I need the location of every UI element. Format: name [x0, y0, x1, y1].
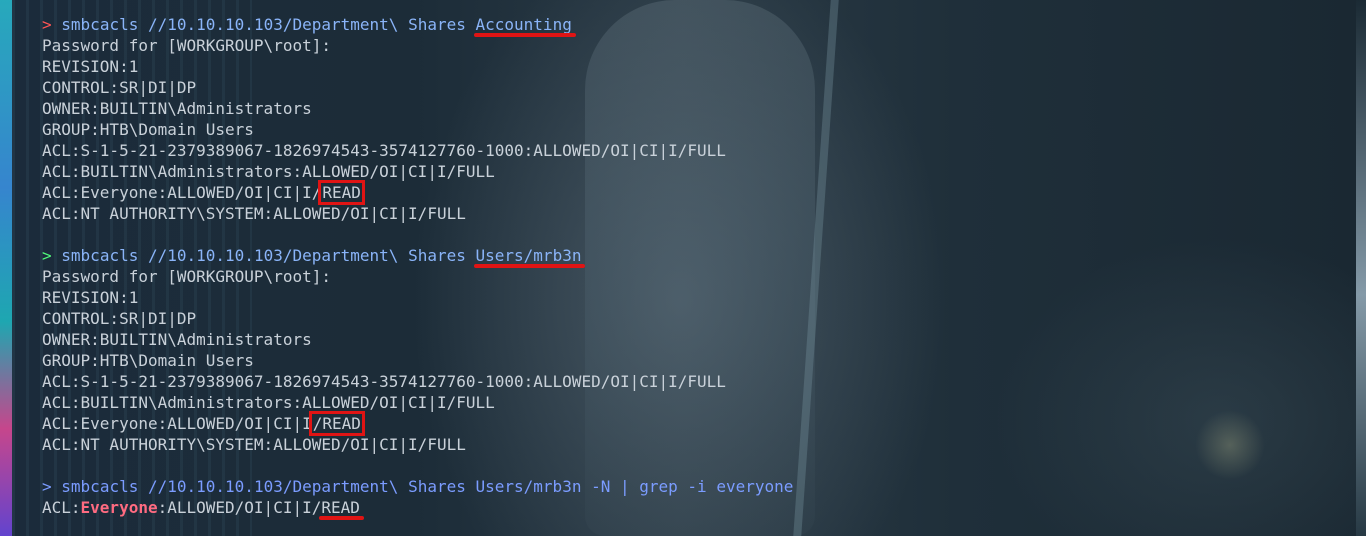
command-text: smbcacls //10.10.10.103/Department\ Shar…	[61, 477, 794, 496]
output-line: GROUP:HTB\Domain Users	[42, 120, 254, 139]
output-line: Password for [WORKGROUP\root]:	[42, 267, 331, 286]
acl-text: :ALLOWED/OI|CI|I/	[157, 498, 322, 517]
acl-text: ACL:Everyone:ALLOWED/OI|CI|I/	[42, 183, 322, 202]
output-line: ACL:BUILTIN\Administrators:ALLOWED/OI|CI…	[42, 162, 495, 181]
wallpaper-neon-edge	[0, 0, 12, 536]
output-line: Password for [WORKGROUP\root]:	[42, 36, 331, 55]
output-line: OWNER:BUILTIN\Administrators	[42, 99, 312, 118]
terminal-output: > smbcacls //10.10.10.103/Department\ Sh…	[42, 14, 793, 518]
command-text: smbcacls //10.10.10.103/Department\ Shar…	[61, 15, 476, 34]
output-line: ACL:BUILTIN\Administrators:ALLOWED/OI|CI…	[42, 393, 495, 412]
prompt-symbol: >	[42, 246, 52, 265]
output-line: ACL:NT AUTHORITY\SYSTEM:ALLOWED/OI|CI|I/…	[42, 435, 466, 454]
output-line: CONTROL:SR|DI|DP	[42, 78, 197, 97]
read-permission-highlighted: READ	[321, 498, 360, 517]
output-line: REVISION:1	[42, 288, 139, 307]
grep-match: Everyone	[80, 498, 158, 517]
grep-result-line: ACL:Everyone:ALLOWED/OI|CI|I/READ	[42, 497, 793, 518]
command-target-highlighted: Users/mrb3n	[475, 246, 582, 265]
read-permission-highlighted: READ	[318, 180, 365, 205]
command-line: > smbcacls //10.10.10.103/Department\ Sh…	[42, 14, 793, 35]
everyone-acl-line: ACL:Everyone:ALLOWED/OI|CI|I/READ	[42, 411, 793, 436]
output-line: GROUP:HTB\Domain Users	[42, 351, 254, 370]
output-line: REVISION:1	[42, 57, 139, 76]
terminal-window[interactable]: > smbcacls //10.10.10.103/Department\ Sh…	[0, 0, 1366, 536]
read-permission-highlighted: /READ	[308, 411, 365, 436]
command-target-highlighted: Accounting	[475, 15, 572, 34]
command-line: > smbcacls //10.10.10.103/Department\ Sh…	[42, 476, 793, 497]
acl-prefix: ACL:	[42, 498, 81, 517]
command-text: smbcacls //10.10.10.103/Department\ Shar…	[61, 246, 476, 265]
prompt-symbol: >	[42, 477, 52, 496]
output-line: OWNER:BUILTIN\Administrators	[42, 330, 312, 349]
acl-text: ACL:Everyone:ALLOWED/OI|CI|I	[42, 414, 312, 433]
output-line: ACL:S-1-5-21-2379389067-1826974543-35741…	[42, 141, 726, 160]
output-line: CONTROL:SR|DI|DP	[42, 309, 197, 328]
output-line: ACL:NT AUTHORITY\SYSTEM:ALLOWED/OI|CI|I/…	[42, 204, 466, 223]
command-line: > smbcacls //10.10.10.103/Department\ Sh…	[42, 245, 793, 266]
wallpaper-orb	[1195, 410, 1265, 480]
scrollbar[interactable]	[1356, 0, 1366, 536]
prompt-symbol: >	[42, 15, 52, 34]
everyone-acl-line: ACL:Everyone:ALLOWED/OI|CI|I/READ	[42, 180, 793, 205]
output-line: ACL:S-1-5-21-2379389067-1826974543-35741…	[42, 372, 726, 391]
